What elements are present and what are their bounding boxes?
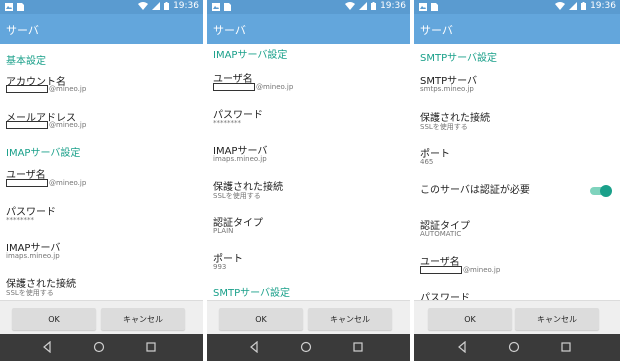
recents-icon[interactable]	[560, 341, 572, 353]
image-notification-icon	[5, 3, 13, 11]
cancel-button[interactable]: キャンセル	[101, 308, 185, 330]
app-bar: サーバ	[207, 14, 410, 44]
password-value: ********	[213, 119, 241, 127]
navigation-bar	[414, 334, 620, 361]
app-bar: サーバ	[0, 14, 203, 44]
ok-button[interactable]: OK	[12, 308, 96, 330]
back-icon[interactable]	[456, 341, 468, 353]
password-label[interactable]: パスワード	[420, 289, 470, 300]
user-name-value: @mineo.jp	[6, 179, 86, 187]
battery-icon	[164, 2, 170, 10]
home-icon[interactable]	[300, 341, 312, 353]
phone-screen-2: 19:36 サーバ IMAPサーバ設定 ユーザ名 @mineo.jp パスワード…	[207, 0, 410, 361]
cancel-button[interactable]: キャンセル	[515, 308, 599, 330]
phone-screen-1: 19:36 サーバ 基本設定 アカウント名 @mineo.jp メールアドレス …	[0, 0, 203, 361]
section-header-smtp: SMTPサーバ設定	[213, 288, 291, 299]
secure-connection-value: SSLを使用する	[420, 123, 468, 131]
redacted-box	[213, 83, 255, 91]
app-title: サーバ	[420, 24, 453, 37]
back-icon[interactable]	[41, 341, 53, 353]
toggle-knob	[600, 185, 612, 197]
status-bar: 19:36	[414, 0, 620, 14]
smtp-server-value: smtps.mineo.jp	[420, 85, 474, 93]
wifi-icon	[138, 2, 149, 10]
wifi-icon	[555, 2, 566, 10]
recents-icon[interactable]	[145, 341, 157, 353]
mail-address-value: @mineo.jp	[6, 121, 86, 129]
button-bar: OK キャンセル	[414, 300, 620, 335]
status-time: 19:36	[173, 1, 199, 11]
signal-icon	[359, 2, 368, 10]
back-icon[interactable]	[248, 341, 260, 353]
ok-button[interactable]: OK	[219, 308, 303, 330]
recents-icon[interactable]	[352, 341, 364, 353]
app-title: サーバ	[213, 24, 246, 37]
battery-icon	[371, 2, 377, 10]
wifi-icon	[345, 2, 356, 10]
auth-type-value: AUTOMATIC	[420, 230, 462, 238]
password-value: ********	[6, 216, 34, 224]
secure-connection-value: SSLを使用する	[213, 192, 261, 200]
status-bar: 19:36	[207, 0, 410, 14]
settings-list: IMAPサーバ設定 ユーザ名 @mineo.jp パスワード ******** …	[207, 44, 410, 300]
auth-type-value: PLAIN	[213, 227, 234, 235]
imap-server-value: imaps.mineo.jp	[213, 155, 267, 163]
button-bar: OK キャンセル	[207, 300, 410, 335]
status-bar: 19:36	[0, 0, 203, 14]
port-value: 465	[420, 158, 434, 166]
home-icon[interactable]	[93, 341, 105, 353]
app-bar: サーバ	[414, 14, 620, 44]
section-header-imap: IMAPサーバ設定	[213, 50, 288, 61]
ok-button[interactable]: OK	[428, 308, 512, 330]
signal-icon	[569, 2, 578, 10]
home-icon[interactable]	[508, 341, 520, 353]
image-notification-icon	[419, 3, 427, 11]
signal-icon	[152, 2, 161, 10]
button-bar: OK キャンセル	[0, 300, 203, 335]
file-notification-icon	[224, 3, 231, 11]
battery-icon	[581, 2, 587, 10]
file-notification-icon	[17, 3, 24, 11]
phone-screen-3: 19:36 サーバ SMTPサーバ設定 SMTPサーバ smtps.mineo.…	[414, 0, 620, 361]
image-notification-icon	[212, 3, 220, 11]
settings-list: 基本設定 アカウント名 @mineo.jp メールアドレス @mineo.jp …	[0, 44, 203, 300]
redacted-box	[6, 179, 48, 187]
secure-connection-value: SSLを使用する	[6, 289, 54, 297]
status-time: 19:36	[380, 1, 406, 11]
cancel-button[interactable]: キャンセル	[308, 308, 392, 330]
redacted-box	[6, 121, 48, 129]
status-time: 19:36	[590, 1, 616, 11]
user-name-value: @mineo.jp	[420, 266, 500, 274]
app-title: サーバ	[6, 24, 39, 37]
redacted-box	[6, 85, 48, 93]
section-header-imap: IMAPサーバ設定	[6, 148, 81, 159]
redacted-box	[420, 266, 462, 274]
file-notification-icon	[431, 3, 438, 11]
navigation-bar	[0, 334, 203, 361]
section-header-smtp: SMTPサーバ設定	[420, 53, 498, 64]
settings-list: SMTPサーバ設定 SMTPサーバ smtps.mineo.jp 保護された接続…	[414, 44, 620, 300]
auth-required-label: このサーバは認証が必要	[420, 185, 530, 196]
imap-server-value: imaps.mineo.jp	[6, 252, 60, 260]
user-name-value: @mineo.jp	[213, 83, 293, 91]
auth-required-toggle[interactable]	[590, 185, 612, 197]
port-value: 993	[213, 263, 227, 271]
navigation-bar	[207, 334, 410, 361]
account-name-value: @mineo.jp	[6, 85, 86, 93]
section-header-basic: 基本設定	[6, 56, 46, 67]
